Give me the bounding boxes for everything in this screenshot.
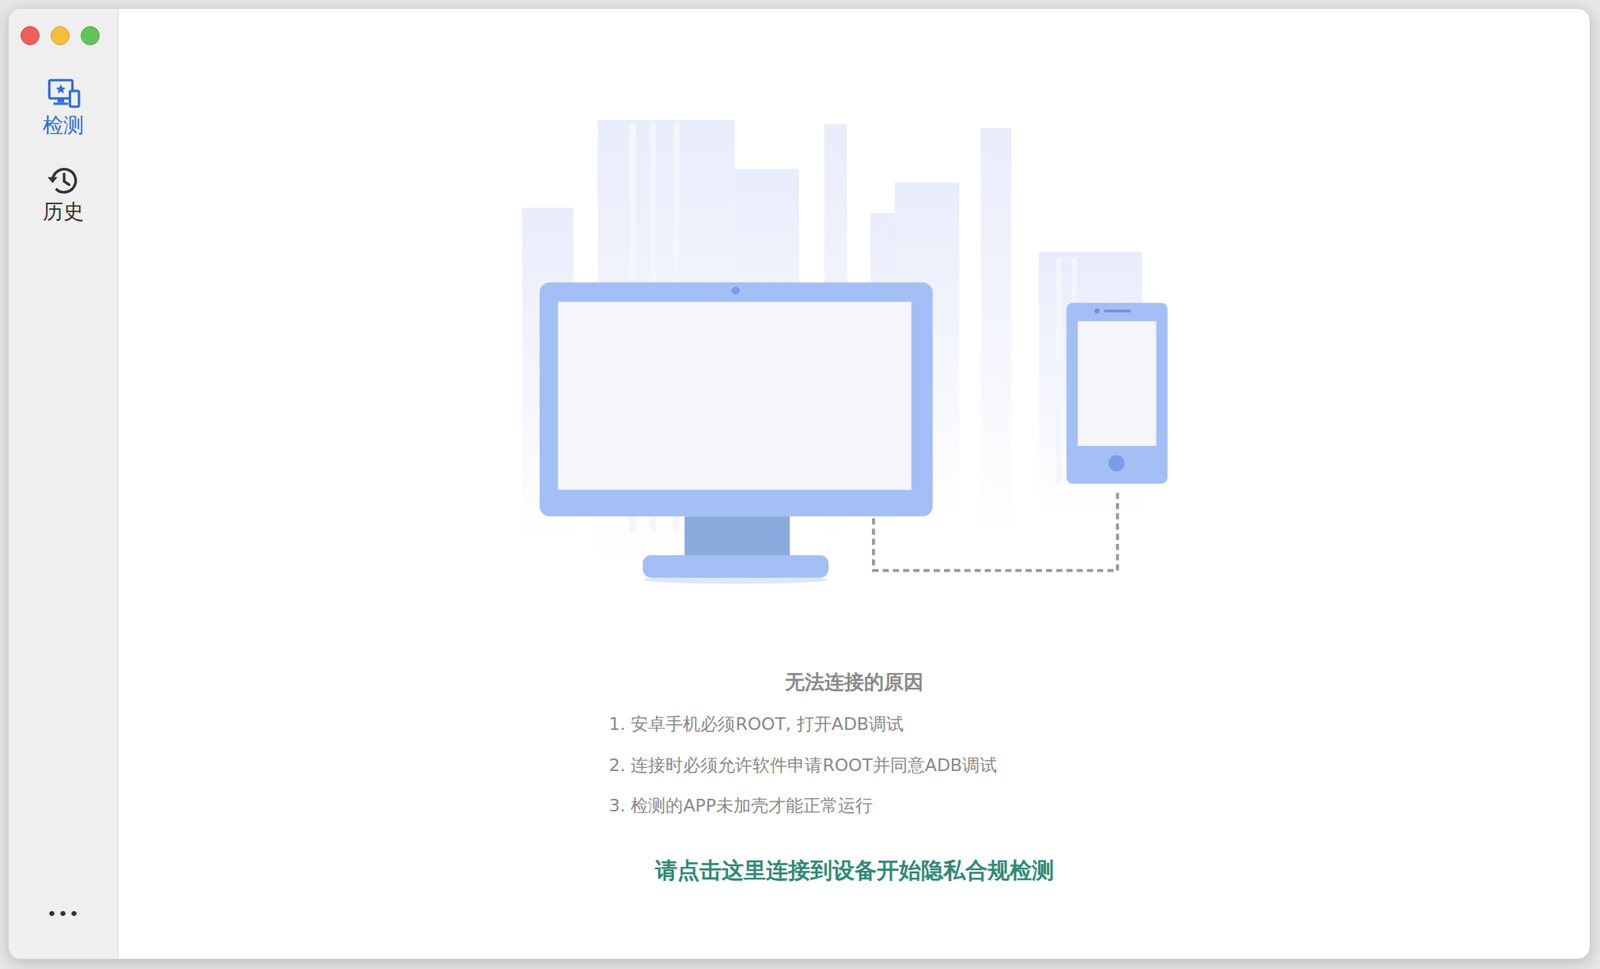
sidebar-nav: 检测历史	[42, 75, 84, 224]
monitor-star-icon	[44, 75, 83, 112]
more-button[interactable]: •••	[40, 900, 87, 927]
zoom-button[interactable]	[80, 26, 100, 46]
main-panel: 无法连接的原因 1. 安卓手机必须ROOT, 打开ADB调试 2. 连接时必须允许软…	[118, 8, 1590, 959]
sidebar-label: 检测	[42, 113, 84, 138]
sidebar-item[interactable]: 检测	[42, 75, 84, 138]
traffic-lights	[8, 26, 100, 46]
device-connection-illustration	[519, 117, 1190, 593]
reason-item: 3. 检测的APP未加壳才能正常运行	[609, 793, 1100, 818]
sidebar-label: 历史	[42, 199, 84, 224]
minimize-button[interactable]	[50, 26, 70, 46]
sidebar: 检测历史 •••	[8, 8, 119, 959]
history-clock-icon	[44, 161, 83, 198]
sidebar-item[interactable]: 历史	[42, 161, 84, 224]
connect-link[interactable]: 请点击这里连接到设备开始隐私合规检测	[655, 855, 1055, 886]
reason-item: 2. 连接时必须允许软件申请ROOT并同意ADB调试	[609, 753, 1100, 778]
app-window: 检测历史 ••• 无法连接的原因 1. 安卓手机必须ROOT, 打开ADB调试 2. 连…	[7, 7, 1591, 960]
reasons-heading: 无法连接的原因	[784, 668, 924, 695]
reason-item: 1. 安卓手机必须ROOT, 打开ADB调试	[609, 712, 1100, 736]
close-button[interactable]	[20, 26, 40, 46]
reasons-list: 1. 安卓手机必须ROOT, 打开ADB调试 2. 连接时必须允许软件申请ROOT…	[609, 712, 1100, 818]
